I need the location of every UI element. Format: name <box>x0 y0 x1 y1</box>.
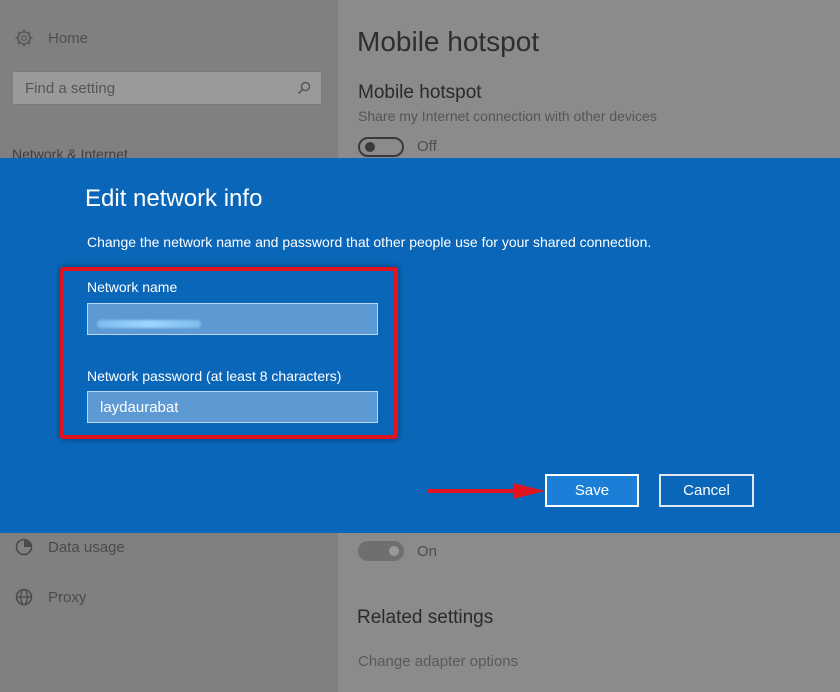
sidebar-item-home[interactable]: Home <box>14 28 88 48</box>
edit-network-dialog: Edit network info Change the network nam… <box>0 158 840 533</box>
redacted-network-name <box>97 320 201 328</box>
remote-toggle-state: On <box>417 543 438 560</box>
remote-toggle[interactable] <box>358 541 404 561</box>
cancel-button[interactable]: Cancel <box>659 474 754 507</box>
password-input[interactable] <box>87 391 378 423</box>
search-input[interactable]: Find a setting <box>12 71 322 105</box>
globe-icon <box>15 588 33 606</box>
network-name-input[interactable] <box>87 303 378 335</box>
search-icon <box>297 81 311 95</box>
data-usage-icon <box>15 538 33 556</box>
hotspot-toggle-state: Off <box>417 138 437 155</box>
change-adapter-options-link[interactable]: Change adapter options <box>358 653 518 670</box>
section-title: Mobile hotspot <box>358 82 482 103</box>
sidebar-item-label: Data usage <box>48 538 125 556</box>
gear-icon <box>15 29 33 47</box>
sidebar-item-data-usage[interactable]: Data usage <box>14 537 125 557</box>
toggle-knob <box>389 546 399 556</box>
password-label: Network password (at least 8 characters) <box>87 368 342 384</box>
section-description: Share my Internet connection with other … <box>358 108 657 124</box>
hotspot-toggle[interactable] <box>358 137 404 157</box>
related-settings-title: Related settings <box>357 607 494 628</box>
arrow-icon <box>427 483 545 499</box>
toggle-knob <box>365 142 375 152</box>
save-button[interactable]: Save <box>545 474 639 507</box>
sidebar-home-label: Home <box>48 29 89 47</box>
dialog-title: Edit network info <box>85 185 263 212</box>
dialog-description: Change the network name and password tha… <box>87 234 652 250</box>
network-name-label: Network name <box>87 279 178 295</box>
page-title: Mobile hotspot <box>357 26 540 57</box>
search-placeholder: Find a setting <box>25 79 116 97</box>
sidebar-item-label: Proxy <box>48 588 87 606</box>
sidebar-item-proxy[interactable]: Proxy <box>14 587 86 607</box>
